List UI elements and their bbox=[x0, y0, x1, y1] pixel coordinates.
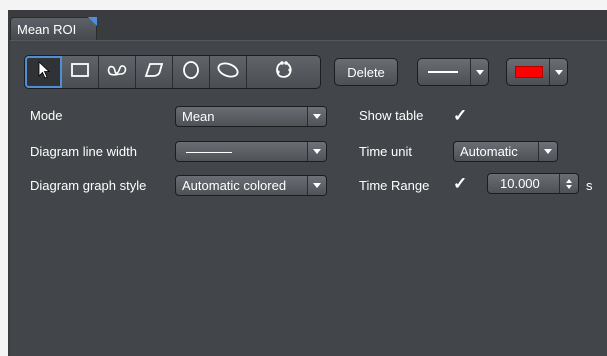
tab-mean-roi[interactable]: Mean ROI bbox=[10, 17, 97, 41]
line-width-label: Diagram line width bbox=[30, 144, 137, 159]
line-width-icon bbox=[186, 152, 232, 153]
bezier-icon bbox=[106, 62, 128, 83]
chevron-down-icon bbox=[549, 59, 567, 85]
time-unit-label: Time unit bbox=[359, 144, 412, 159]
time-unit-select[interactable]: Automatic bbox=[453, 141, 558, 162]
circle-tool-button[interactable] bbox=[173, 56, 210, 88]
rectangle-icon bbox=[70, 62, 90, 83]
rectangle-tool-button[interactable] bbox=[62, 56, 99, 88]
polygon-tool-button[interactable] bbox=[136, 56, 173, 88]
delete-button[interactable]: Delete bbox=[334, 58, 398, 86]
mode-select[interactable]: Mean bbox=[175, 106, 327, 127]
circle-icon bbox=[181, 60, 201, 85]
show-table-checkbox[interactable]: ✓ bbox=[453, 107, 469, 124]
time-range-value: 10.000 bbox=[500, 176, 540, 191]
ellipse-icon bbox=[216, 61, 240, 84]
bezier-tool-button[interactable] bbox=[99, 56, 136, 88]
freehand-tool-button[interactable] bbox=[247, 56, 320, 88]
mode-label: Mode bbox=[30, 108, 63, 123]
time-range-label: Time Range bbox=[359, 178, 430, 193]
freehand-icon bbox=[274, 60, 294, 85]
graph-style-select[interactable]: Automatic colored bbox=[175, 175, 327, 196]
time-unit-value: Automatic bbox=[460, 144, 518, 159]
line-style-icon bbox=[428, 71, 458, 73]
color-dropdown[interactable] bbox=[506, 58, 568, 86]
roi-tool-group bbox=[24, 55, 321, 89]
color-swatch bbox=[515, 66, 543, 78]
chevron-down-icon bbox=[307, 107, 326, 126]
delete-label: Delete bbox=[347, 64, 385, 80]
graph-style-value: Automatic colored bbox=[182, 178, 287, 193]
time-range-checkbox[interactable]: ✓ bbox=[453, 175, 469, 192]
time-range-spinbox[interactable]: 10.000 bbox=[487, 173, 579, 194]
chevron-down-icon bbox=[470, 59, 488, 85]
chevron-down-icon bbox=[307, 176, 326, 195]
tab-corner-marker bbox=[88, 17, 97, 26]
line-width-select[interactable] bbox=[175, 141, 327, 162]
spin-arrows-icon[interactable] bbox=[559, 174, 578, 193]
chevron-down-icon bbox=[307, 142, 326, 161]
graph-style-label: Diagram graph style bbox=[30, 178, 147, 193]
line-style-dropdown[interactable] bbox=[417, 58, 489, 86]
pointer-tool-button[interactable] bbox=[25, 56, 62, 88]
time-range-unit: s bbox=[586, 178, 593, 193]
ellipse-tool-button[interactable] bbox=[210, 56, 247, 88]
tab-title: Mean ROI bbox=[17, 22, 77, 37]
chevron-down-icon bbox=[538, 142, 557, 161]
mode-value: Mean bbox=[182, 109, 215, 124]
arrow-cursor-icon bbox=[37, 60, 51, 84]
polygon-icon bbox=[144, 62, 164, 83]
show-table-label: Show table bbox=[359, 108, 424, 123]
